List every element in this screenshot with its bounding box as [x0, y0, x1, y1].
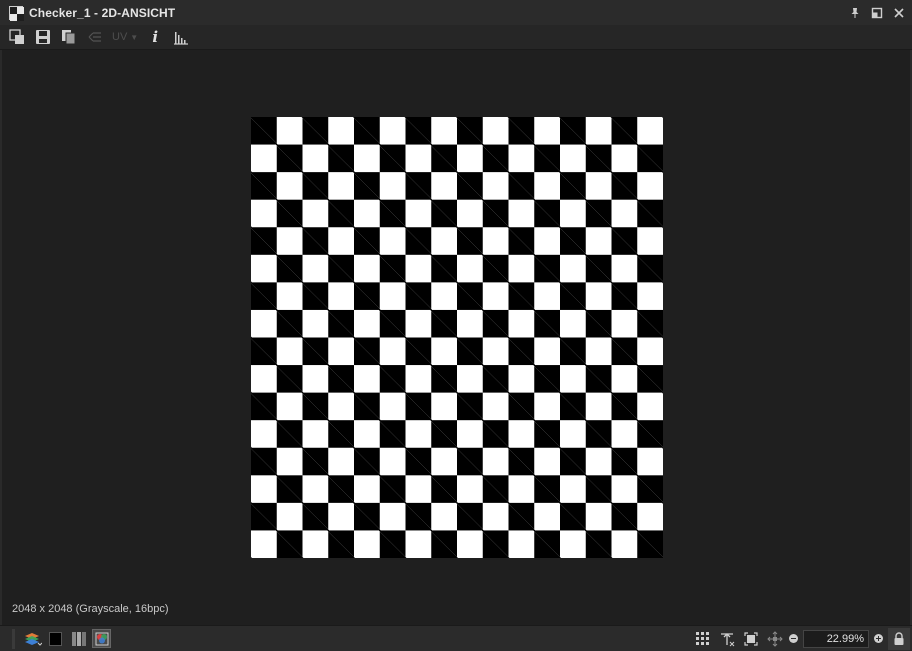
title-bar: Checker_1 - 2D-ANSICHT — [0, 0, 912, 25]
info-label: i — [152, 28, 159, 46]
image-info-text: 2048 x 2048 (Grayscale, 16bpc) — [12, 603, 169, 615]
uv-label: UV — [112, 31, 128, 43]
lock-icon[interactable] — [888, 627, 910, 650]
grip-handle[interactable] — [12, 628, 15, 649]
uv-dropdown[interactable]: UV ▼ — [112, 28, 138, 46]
color-swatch-black[interactable] — [46, 629, 65, 648]
window-title: Checker_1 - 2D-ANSICHT — [29, 5, 176, 20]
channels-icon[interactable] — [69, 629, 88, 648]
checker-image-preview[interactable] — [251, 117, 663, 558]
fit-frame-icon[interactable] — [741, 629, 760, 648]
histogram-icon[interactable] — [172, 28, 190, 46]
chevron-down-icon: ▼ — [130, 32, 139, 42]
save-icon[interactable] — [34, 28, 52, 46]
info-icon[interactable]: i — [146, 28, 164, 46]
material-preview-icon[interactable] — [92, 629, 111, 648]
zoom-input[interactable]: 22.99% — [803, 629, 869, 648]
close-icon[interactable] — [892, 6, 906, 20]
layers-icon[interactable] — [23, 629, 42, 648]
zoom-out-button[interactable] — [789, 634, 798, 643]
maximize-icon[interactable] — [870, 6, 884, 20]
export-image-icon[interactable] — [8, 28, 26, 46]
uv-connections-icon[interactable] — [86, 28, 104, 46]
pin-icon[interactable] — [848, 6, 862, 20]
tile-grid-icon[interactable] — [693, 629, 712, 648]
checker-thumbnail-icon — [9, 5, 24, 21]
pan-icon[interactable] — [765, 629, 784, 648]
status-bar: 22.99% — [0, 625, 912, 651]
fit-width-icon[interactable] — [717, 629, 736, 648]
view-toolbar: UV ▼ i — [0, 25, 912, 50]
copy-icon[interactable] — [60, 28, 78, 46]
zoom-in-button[interactable] — [874, 634, 883, 643]
